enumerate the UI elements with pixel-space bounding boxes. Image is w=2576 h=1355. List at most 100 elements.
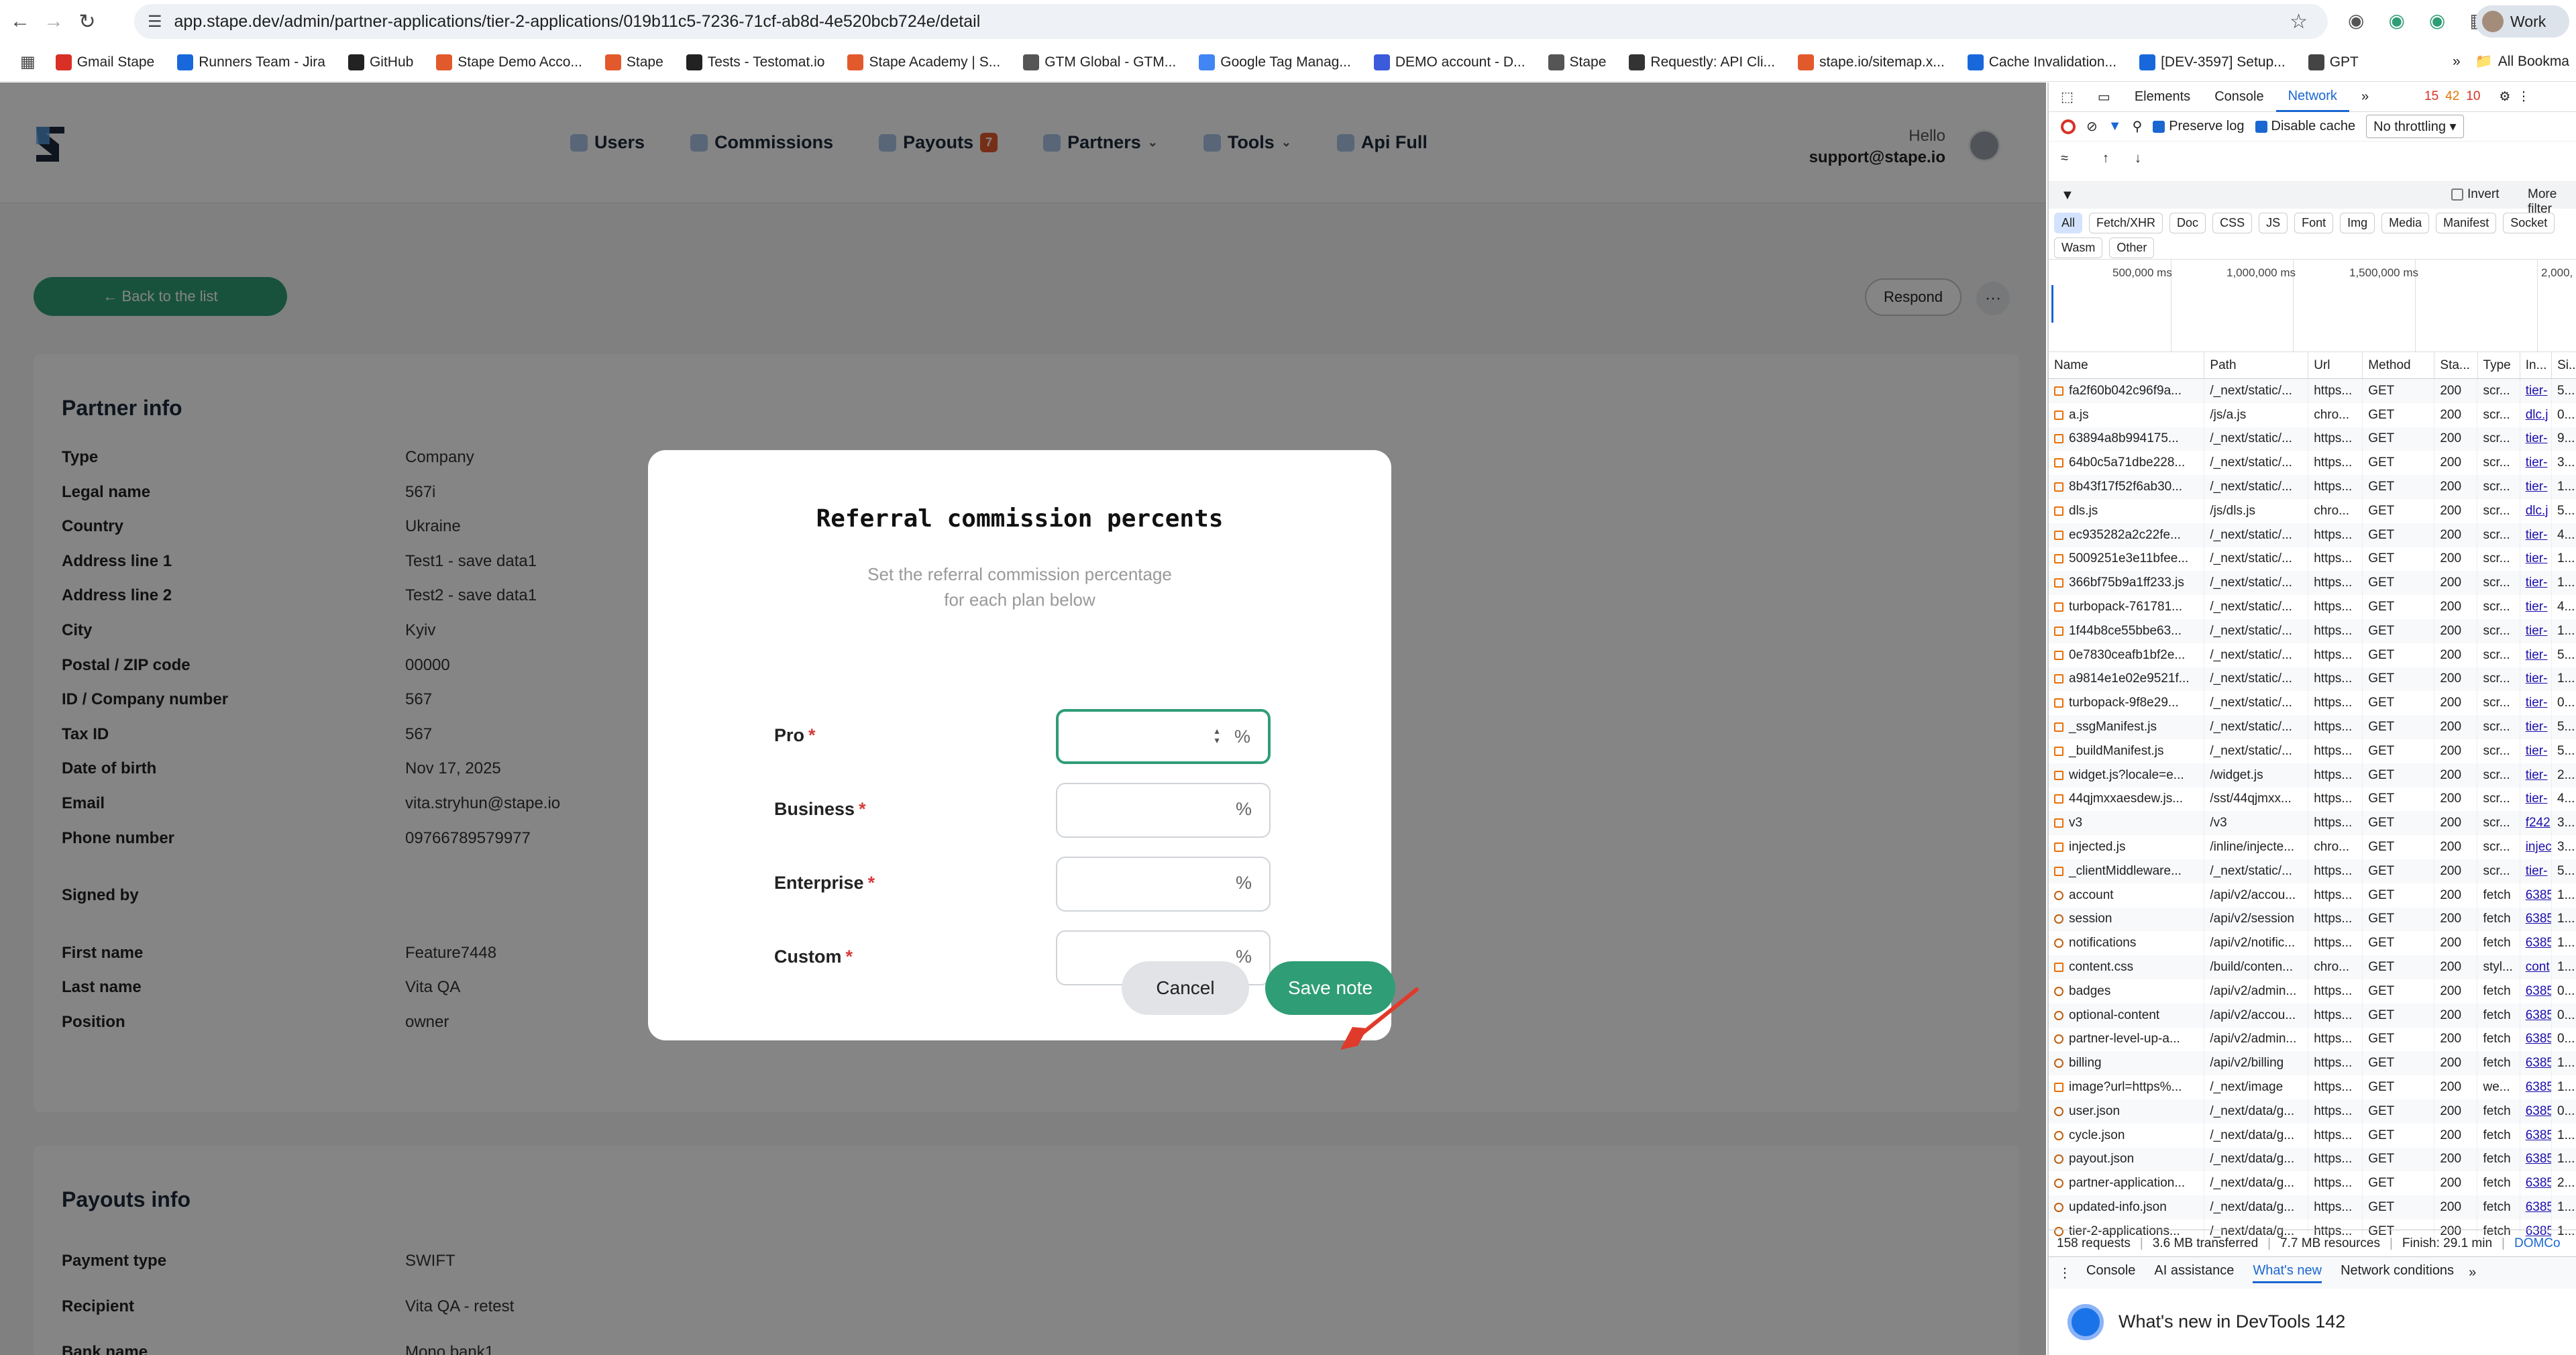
- column-header[interactable]: Url: [2308, 352, 2363, 378]
- forward-arrow-icon[interactable]: →: [40, 8, 67, 35]
- bookmark-star-icon[interactable]: ☆: [2290, 10, 2308, 34]
- tab-console[interactable]: Console: [2202, 83, 2275, 112]
- table-row[interactable]: session/api/v2/session https... GET 200 fetc…: [2049, 907, 2576, 932]
- type-filter-chip[interactable]: Other: [2109, 237, 2155, 258]
- table-row[interactable]: 63894a8b994175... /_next/static/... https.…: [2049, 427, 2576, 451]
- all-bookmarks-button[interactable]: » 📁 All Bookma: [2453, 54, 2569, 70]
- type-filter-chip[interactable]: Manifest: [2436, 213, 2497, 233]
- filter-input[interactable]: ▼ Invert More filter: [2049, 182, 2576, 216]
- column-header[interactable]: Type: [2478, 352, 2520, 378]
- bookmark-item[interactable]: Google Tag Manag...: [1199, 54, 1351, 70]
- type-filter-chip[interactable]: CSS: [2212, 213, 2253, 233]
- kebab-menu-icon[interactable]: ⋮: [2517, 89, 2530, 105]
- table-row[interactable]: updated-info.json /_next/data/g... https..…: [2049, 1195, 2576, 1220]
- column-header[interactable]: Name: [2049, 352, 2205, 378]
- column-header[interactable]: Sta...: [2434, 352, 2478, 378]
- type-filter-chip[interactable]: JS: [2259, 213, 2288, 233]
- table-row[interactable]: billing/api/v2/billing https... GET 200 fetc…: [2049, 1051, 2576, 1076]
- extension-icon[interactable]: ◉: [2429, 9, 2445, 32]
- table-row[interactable]: 0e7830ceafb1bf2e... /_next/static/... http…: [2049, 643, 2576, 667]
- type-filter-chip[interactable]: Doc: [2169, 213, 2206, 233]
- preserve-log-checkbox[interactable]: Preserve log: [2153, 119, 2245, 134]
- drawer-tab[interactable]: AI assistance: [2154, 1263, 2234, 1283]
- table-row[interactable]: dls.js/js/dls.js chro... GET 200 scr... dlc.j…: [2049, 498, 2576, 523]
- table-row[interactable]: _ssgManifest.js /_next/static/... https...…: [2049, 715, 2576, 739]
- stepper-icon[interactable]: ▲ ▼: [1213, 726, 1221, 745]
- bookmark-item[interactable]: GitHub: [347, 54, 413, 70]
- pro-percent-input[interactable]: ▲ ▼%: [1056, 709, 1271, 764]
- table-row[interactable]: account/api/v2/accou... https... GET 200 fet…: [2049, 883, 2576, 908]
- bookmark-item[interactable]: stape.io/sitemap.x...: [1798, 54, 1945, 70]
- record-icon[interactable]: [2061, 119, 2076, 134]
- drawer-tab[interactable]: Console: [2086, 1263, 2135, 1283]
- back-arrow-icon[interactable]: ←: [7, 8, 34, 35]
- table-row[interactable]: 44qjmxxaesdew.js... /sst/44qjmxx... https.…: [2049, 787, 2576, 812]
- bookmark-item[interactable]: Tests - Testomat.io: [686, 54, 824, 70]
- bookmark-item[interactable]: DEMO account - D...: [1373, 54, 1525, 70]
- search-icon[interactable]: ⚲: [2133, 118, 2143, 135]
- issue-counters[interactable]: 15 42 10 ⚙ ⋮: [2424, 89, 2530, 105]
- bookmark-item[interactable]: Stape: [1548, 54, 1606, 70]
- bookmark-item[interactable]: Requestly: API Cli...: [1629, 54, 1775, 70]
- filter-icon[interactable]: ▼: [2108, 119, 2122, 134]
- bookmark-item[interactable]: Stape Demo Acco...: [436, 54, 582, 70]
- table-row[interactable]: cycle.json /_next/data/g... https... GET 200…: [2049, 1123, 2576, 1148]
- more-tabs-icon[interactable]: »: [2349, 83, 2381, 112]
- type-filter-chip[interactable]: Font: [2294, 213, 2334, 233]
- table-row[interactable]: widget.js?locale=e... /widget.js https... G…: [2049, 763, 2576, 788]
- invert-checkbox[interactable]: Invert: [2451, 187, 2500, 202]
- type-filter-chip[interactable]: All: [2054, 213, 2083, 233]
- cancel-button[interactable]: Cancel: [1122, 961, 1249, 1015]
- enterprise-percent-input[interactable]: %: [1056, 857, 1271, 912]
- bookmark-item[interactable]: GPT: [2308, 54, 2359, 70]
- table-row[interactable]: 8b43f17f52f6ab30... /_next/static/... http…: [2049, 475, 2576, 499]
- network-overview-timeline[interactable]: 500,000 ms 1,000,000 ms 1,500,000 ms 2,0…: [2049, 260, 2576, 352]
- tab-network[interactable]: Network: [2275, 83, 2349, 112]
- table-row[interactable]: payout.json /_next/data/g... https... GET 20…: [2049, 1147, 2576, 1172]
- table-row[interactable]: image?url=https%... /_next/image https... G…: [2049, 1075, 2576, 1099]
- column-header[interactable]: Path: [2204, 352, 2309, 378]
- bookmark-item[interactable]: Stape Academy | S...: [847, 54, 1000, 70]
- chevron-right-icon[interactable]: »: [2469, 1265, 2476, 1281]
- table-row[interactable]: partner-application... /_next/data/g... ht…: [2049, 1171, 2576, 1196]
- table-row[interactable]: optional-content/api/v2/accou... https...…: [2049, 1003, 2576, 1028]
- table-row[interactable]: fa2f60b042c96f9a... /_next/static/... http…: [2049, 379, 2576, 403]
- disable-cache-checkbox[interactable]: Disable cache: [2255, 119, 2355, 134]
- apps-grid-icon[interactable]: ▦: [20, 52, 36, 72]
- table-row[interactable]: 366bf75b9a1ff233.js /_next/static/... http…: [2049, 571, 2576, 596]
- table-row[interactable]: 1f44b8ce55bbe63... /_next/static/... https…: [2049, 618, 2576, 643]
- bookmark-item[interactable]: Gmail Stape: [55, 54, 154, 70]
- import-icon[interactable]: ↑: [2102, 151, 2109, 166]
- clear-icon[interactable]: ⊘: [2086, 118, 2098, 135]
- table-row[interactable]: a.js/js/a.js chro... GET 200 scr... dlc.j 0...: [2049, 402, 2576, 427]
- drawer-menu-icon[interactable]: ⋮: [2058, 1264, 2072, 1281]
- address-bar[interactable]: ☰ app.stape.dev/admin/partner-applicatio…: [134, 4, 2328, 39]
- bookmark-item[interactable]: [DEV-3597] Setup...: [2139, 54, 2286, 70]
- type-filter-chip[interactable]: Media: [2381, 213, 2430, 233]
- drawer-tab[interactable]: Network conditions: [2341, 1263, 2454, 1283]
- wifi-icon[interactable]: ≈: [2061, 151, 2068, 166]
- table-row[interactable]: ec935282a2c22fe... /_next/static/... https…: [2049, 523, 2576, 547]
- device-toggle-icon[interactable]: ▭: [2086, 83, 2123, 112]
- throttling-select[interactable]: No throttling ▾: [2366, 115, 2464, 138]
- bookmark-item[interactable]: Runners Team - Jira: [177, 54, 325, 70]
- table-row[interactable]: notifications/api/v2/notific... https... G…: [2049, 931, 2576, 956]
- table-row[interactable]: user.json /_next/data/g... https... GET 200 f…: [2049, 1099, 2576, 1124]
- extension-icon[interactable]: ◉: [2388, 9, 2404, 32]
- table-row[interactable]: 64b0c5a71dbe228... /_next/static/... https…: [2049, 451, 2576, 476]
- bookmark-item[interactable]: Cache Invalidation...: [1967, 54, 2116, 70]
- column-header[interactable]: In...: [2520, 352, 2553, 378]
- profile-button[interactable]: Work: [2475, 5, 2569, 38]
- type-filter-chip[interactable]: Socket: [2503, 213, 2555, 233]
- gear-icon[interactable]: ⚙: [2499, 89, 2510, 105]
- type-filter-chip[interactable]: Wasm: [2054, 237, 2103, 258]
- inspect-icon[interactable]: ⬚: [2049, 83, 2086, 112]
- extension-icon[interactable]: ◉: [2348, 9, 2364, 32]
- drawer-tab[interactable]: What's new: [2253, 1263, 2322, 1283]
- export-icon[interactable]: ↓: [2135, 151, 2141, 166]
- type-filter-chip[interactable]: Fetch/XHR: [2089, 213, 2163, 233]
- reload-icon[interactable]: ↻: [74, 8, 101, 35]
- table-row[interactable]: partner-level-up-a... /api/v2/admin... htt…: [2049, 1027, 2576, 1052]
- table-row[interactable]: 5009251e3e11bfee... /_next/static/... http…: [2049, 547, 2576, 572]
- column-header[interactable]: Si...: [2552, 352, 2576, 378]
